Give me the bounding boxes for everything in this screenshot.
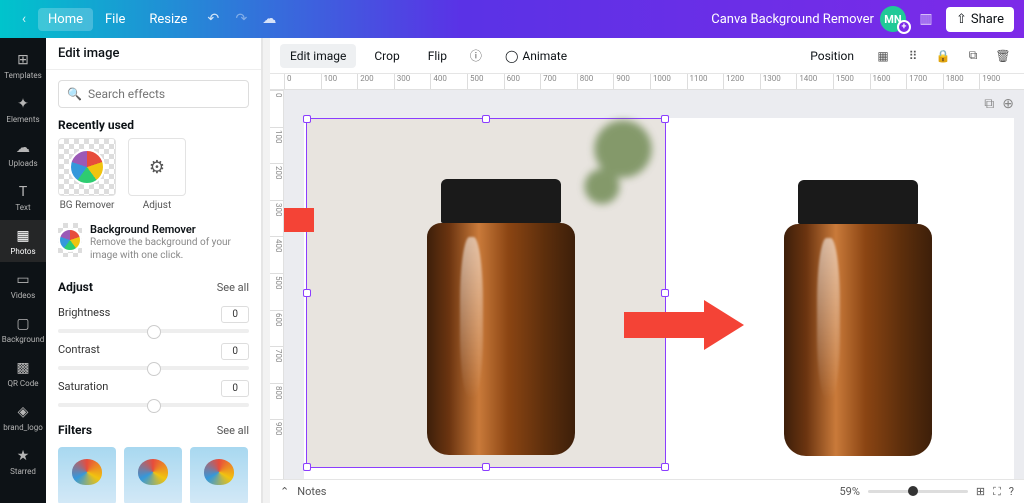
search-icon: 🔍 [67, 87, 82, 101]
rail-icon: ▭ [14, 271, 32, 289]
rail-icon: ★ [14, 447, 32, 465]
annotation-arrow [284, 190, 314, 250]
sliders-icon: ⚙ [149, 157, 165, 178]
rail-icon: ⊞ [14, 51, 32, 69]
help-icon[interactable]: ? [1009, 485, 1014, 498]
rail-background[interactable]: ▢Background [0, 308, 46, 350]
rail-starred[interactable]: ★Starred [0, 440, 46, 482]
slider-saturation[interactable]: Saturation0 [58, 380, 249, 407]
panel-scrollbar[interactable] [262, 38, 270, 503]
rail-brand_logo[interactable]: ◈brand_logo [0, 396, 46, 438]
ruler-vertical: 0100200300400500600700800900 [270, 90, 284, 479]
filters-see-all-link[interactable]: See all [217, 424, 249, 437]
grid-view-icon[interactable]: ⊞ [976, 485, 985, 498]
back-icon[interactable]: ‹ [10, 5, 38, 33]
rail-text[interactable]: TText [0, 176, 46, 218]
side-panel: Edit image 🔍 Recently used BG Remover ⚙ … [46, 38, 262, 503]
rail-videos[interactable]: ▭Videos [0, 264, 46, 306]
rail-icon: ▦ [14, 227, 32, 245]
recently-used-heading: Recently used [58, 118, 249, 132]
filter-thumb[interactable] [124, 447, 182, 503]
document-title[interactable]: Canva Background Remover [711, 12, 874, 27]
share-icon: ⇧ [956, 12, 967, 27]
jar-no-bg [784, 180, 932, 456]
add-page-icon[interactable]: ⊕ [1002, 96, 1014, 112]
redo-icon[interactable]: ↷ [227, 5, 255, 33]
slider-brightness[interactable]: Brightness0 [58, 306, 249, 333]
flip-button[interactable]: Flip [418, 44, 457, 68]
animate-icon: ◯ [505, 49, 518, 63]
rail-templates[interactable]: ⊞Templates [0, 44, 46, 86]
ruler-horizontal: 0100200300400500600700800900100011001200… [270, 74, 1024, 90]
bg-remover-desc: Remove the background of your image with… [90, 236, 249, 262]
rail-icon: ▩ [14, 359, 32, 377]
position-button[interactable]: Position [800, 44, 864, 68]
fullscreen-icon[interactable]: ⛶ [993, 485, 1001, 499]
left-rail: ⊞Templates✦Elements☁UploadsTText▦Photos▭… [0, 38, 46, 503]
file-menu[interactable]: File [93, 12, 137, 27]
rail-photos[interactable]: ▦Photos [0, 220, 46, 262]
search-input[interactable] [88, 87, 244, 101]
rail-icon: ☁ [14, 139, 32, 157]
home-button[interactable]: Home [38, 8, 93, 31]
edit-image-button[interactable]: Edit image [280, 44, 356, 68]
undo-icon[interactable]: ↶ [199, 5, 227, 33]
add-member-icon[interactable]: + [897, 20, 911, 34]
rail-icon: ✦ [14, 95, 32, 113]
slider-contrast[interactable]: Contrast0 [58, 343, 249, 370]
rail-qr code[interactable]: ▩QR Code [0, 352, 46, 394]
canvas-stage[interactable]: ⧉ ⊕ [284, 90, 1024, 479]
recent-bg-remover[interactable]: BG Remover [58, 138, 116, 211]
background-remover-card[interactable]: Background Remover Remove the background… [58, 219, 249, 266]
zoom-label[interactable]: 59% [839, 485, 859, 498]
chevron-up-icon[interactable]: ⌃ [280, 485, 289, 498]
jar-image [427, 179, 575, 455]
adjust-see-all-link[interactable]: See all [217, 281, 249, 294]
resize-menu[interactable]: Resize [137, 12, 199, 27]
animate-button[interactable]: ◯Animate [495, 44, 577, 68]
adjust-heading: Adjust [58, 280, 93, 294]
share-button[interactable]: ⇧Share [946, 7, 1014, 32]
filter-thumb[interactable] [58, 447, 116, 503]
rail-elements[interactable]: ✦Elements [0, 88, 46, 130]
cloud-sync-icon[interactable]: ☁ [255, 5, 283, 33]
rail-icon: ▢ [14, 315, 32, 333]
avatar[interactable]: MN+ [880, 6, 906, 32]
beachball-icon [58, 228, 82, 252]
annotation-arrow [624, 300, 744, 350]
beachball-icon [69, 149, 105, 185]
rail-icon: ◈ [14, 403, 32, 421]
notes-button[interactable]: Notes [297, 485, 326, 498]
duplicate-icon[interactable]: ⧉ [962, 45, 984, 67]
panel-title: Edit image [46, 38, 261, 70]
duplicate-page-icon[interactable]: ⧉ [984, 96, 994, 112]
filters-heading: Filters [58, 423, 92, 437]
rail-uploads[interactable]: ☁Uploads [0, 132, 46, 174]
trash-icon[interactable]: 🗑 [992, 45, 1014, 67]
insights-icon[interactable]: ▥ [912, 5, 940, 33]
link-icon[interactable]: ⠿ [902, 45, 924, 67]
zoom-slider[interactable] [868, 490, 968, 493]
transparency-icon[interactable]: ▦ [872, 45, 894, 67]
top-bar: ‹ Home File Resize ↶ ↷ ☁ Canva Backgroun… [0, 0, 1024, 38]
selected-image[interactable] [306, 118, 666, 468]
status-bar: ⌃ Notes 59% ⊞ ⛶ ? [270, 479, 1024, 503]
crop-button[interactable]: Crop [364, 44, 409, 68]
bg-remover-title: Background Remover [90, 223, 249, 236]
search-input-wrap[interactable]: 🔍 [58, 80, 249, 108]
rail-icon: T [14, 183, 32, 201]
info-icon[interactable]: ⓘ [465, 45, 487, 67]
recent-adjust[interactable]: ⚙ Adjust [128, 138, 186, 211]
lock-icon[interactable]: 🔒 [932, 45, 954, 67]
context-toolbar: Edit image Crop Flip ⓘ ◯Animate Position… [270, 38, 1024, 74]
filter-thumb[interactable] [190, 447, 248, 503]
